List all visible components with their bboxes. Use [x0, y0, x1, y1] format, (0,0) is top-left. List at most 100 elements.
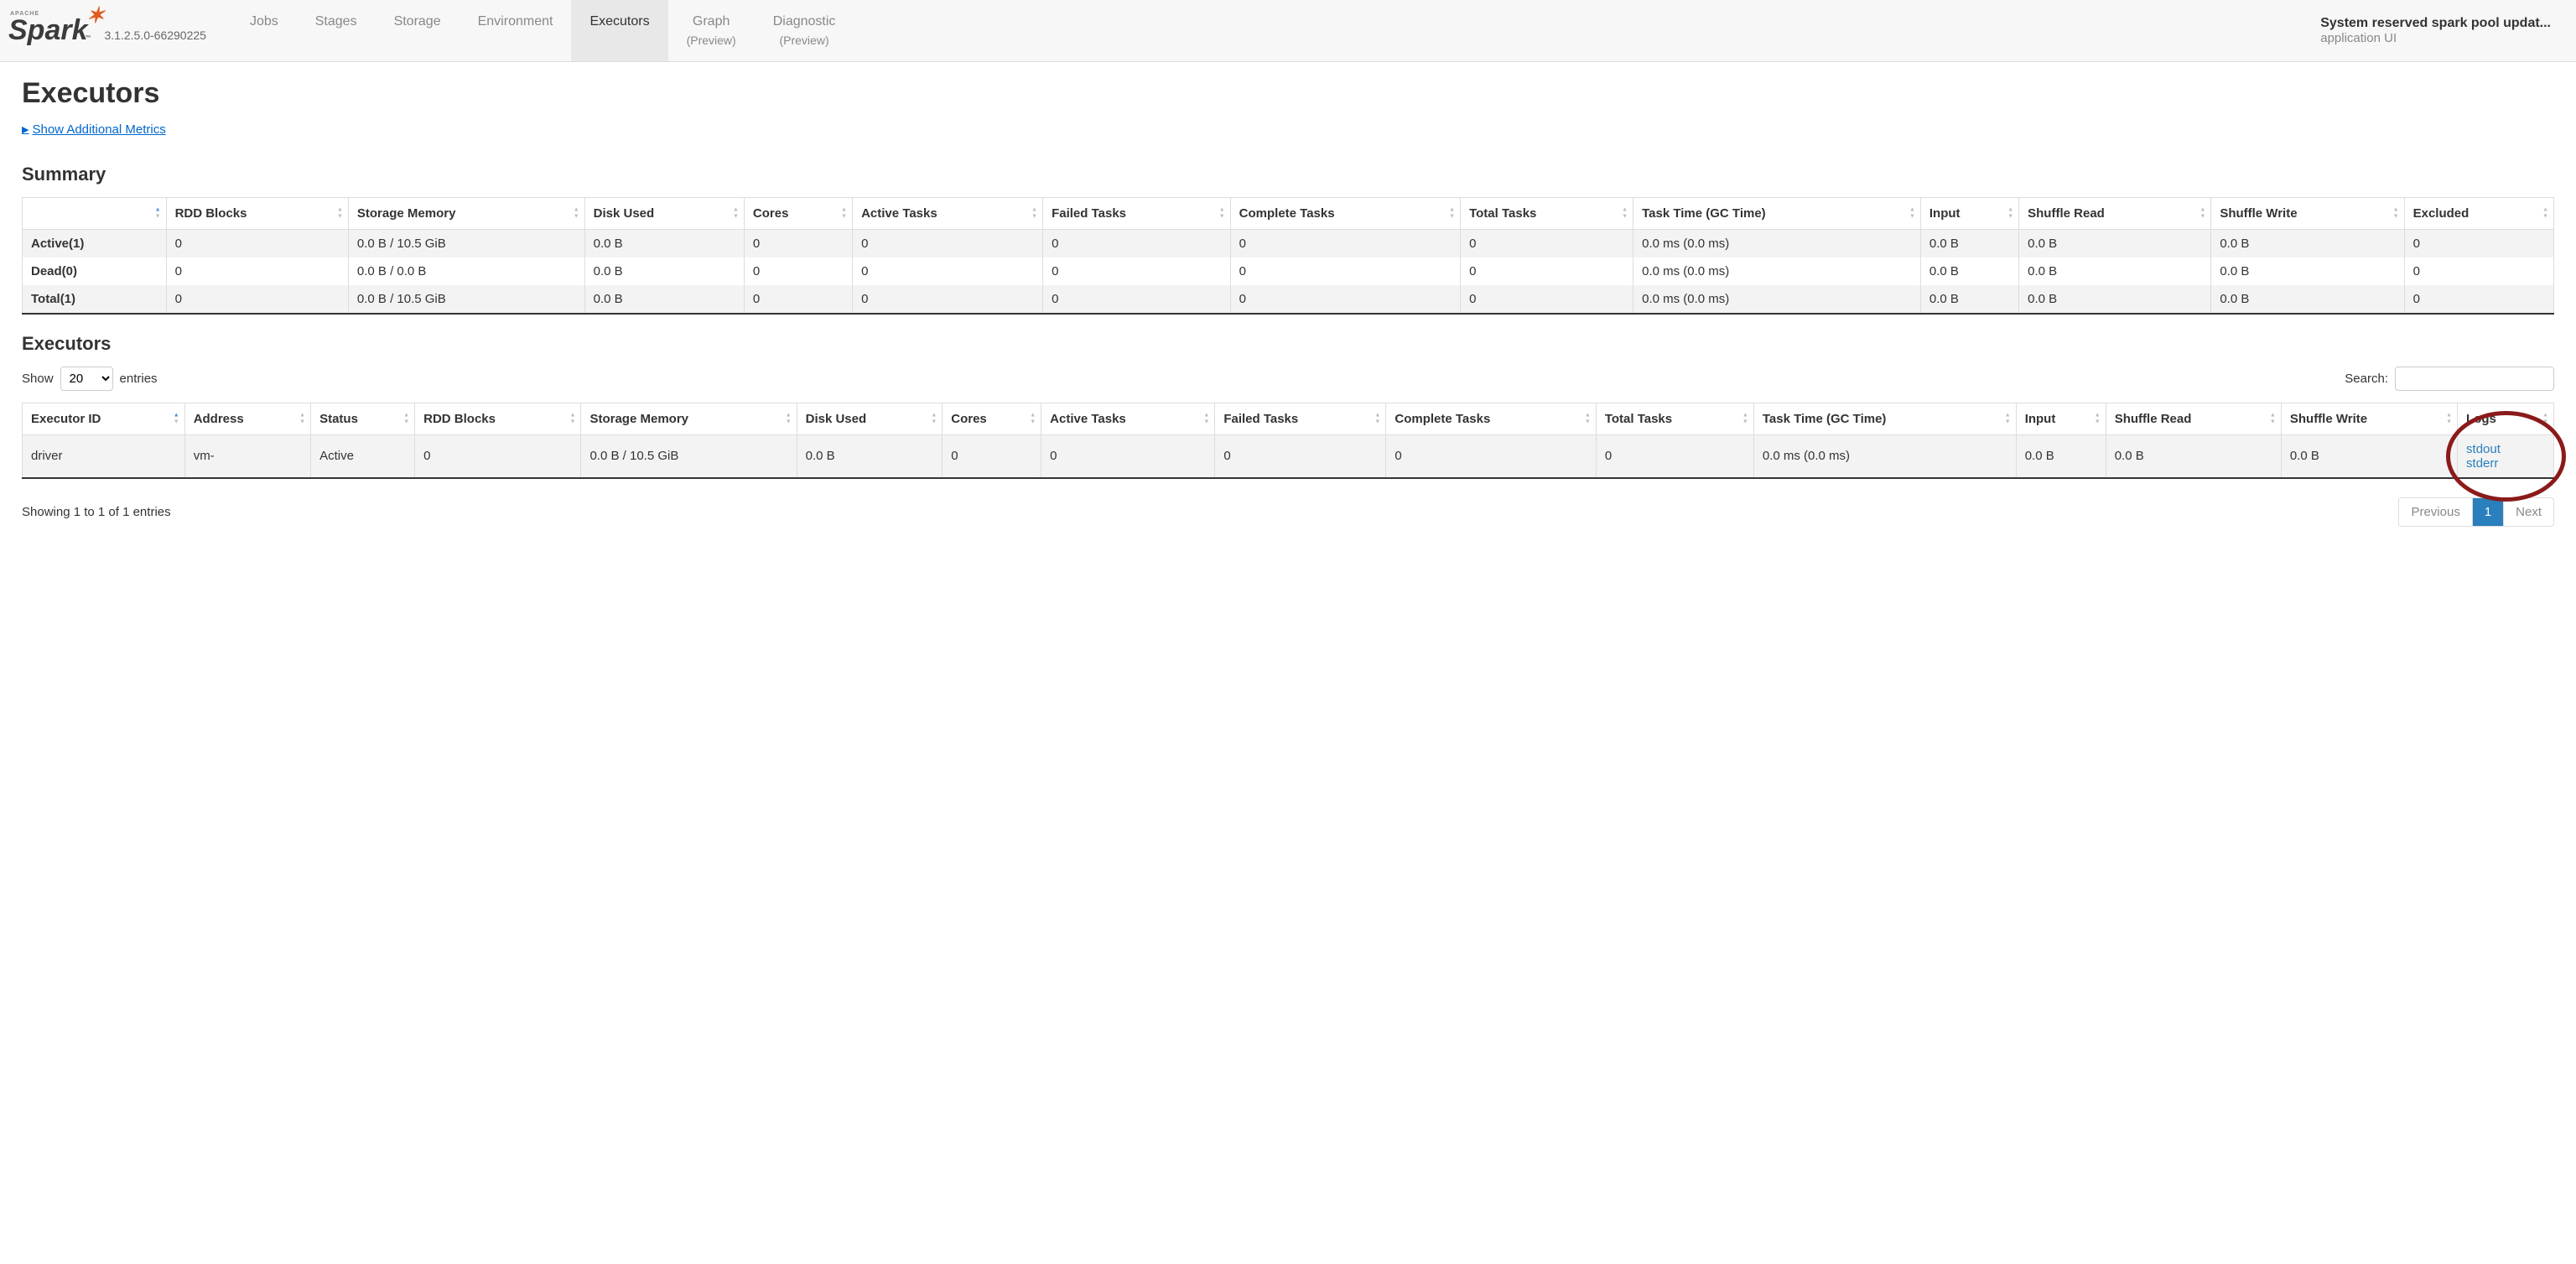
- summary-cell: 0: [1461, 229, 1633, 257]
- search-input[interactable]: [2395, 367, 2554, 391]
- executors-logs-cell: stdoutstderr: [2458, 434, 2554, 478]
- tab-storage[interactable]: Storage: [376, 0, 460, 61]
- executors-cell: 0.0 ms (0.0 ms): [1753, 434, 2016, 478]
- executors-cell: 0: [415, 434, 581, 478]
- tab-graph[interactable]: Graph (Preview): [668, 0, 755, 61]
- executors-col-0[interactable]: Executor ID▲▼: [23, 403, 185, 434]
- entries-label: entries: [120, 372, 158, 386]
- summary-cell: 0.0 B / 10.5 GiB: [348, 285, 584, 314]
- summary-col-8[interactable]: Total Tasks▲▼: [1461, 197, 1633, 229]
- nav-tabs: Jobs Stages Storage Environment Executor…: [231, 0, 2312, 61]
- summary-cell: 0.0 B: [2211, 229, 2404, 257]
- summary-cell: 0: [2404, 285, 2553, 314]
- summary-col-11[interactable]: Shuffle Read▲▼: [2019, 197, 2211, 229]
- summary-col-7[interactable]: Complete Tasks▲▼: [1230, 197, 1460, 229]
- executors-col-2[interactable]: Status▲▼: [311, 403, 415, 434]
- executors-col-4[interactable]: Storage Memory▲▼: [581, 403, 797, 434]
- summary-row: Total(1)00.0 B / 10.5 GiB0.0 B000000.0 m…: [23, 285, 2554, 314]
- summary-col-3[interactable]: Disk Used▲▼: [584, 197, 744, 229]
- show-label: Show: [22, 372, 54, 386]
- star-icon: ✶: [86, 3, 105, 29]
- summary-cell: 0: [166, 257, 348, 285]
- summary-cell: 0: [1043, 229, 1231, 257]
- executors-col-1[interactable]: Address▲▼: [184, 403, 310, 434]
- executors-col-12[interactable]: Input▲▼: [2016, 403, 2106, 434]
- summary-row-label: Total(1): [23, 285, 167, 314]
- logo-wrap[interactable]: APACHE Spark™ ✶ 3.1.2.5.0-66290225: [8, 14, 206, 47]
- executors-col-3[interactable]: RDD Blocks▲▼: [415, 403, 581, 434]
- tab-executors[interactable]: Executors: [571, 0, 667, 61]
- summary-col-13[interactable]: Excluded▲▼: [2404, 197, 2553, 229]
- summary-row: Active(1)00.0 B / 10.5 GiB0.0 B000000.0 …: [23, 229, 2554, 257]
- app-name-block: System reserved spark pool updat... appl…: [2312, 9, 2576, 52]
- summary-cell: 0: [2404, 229, 2553, 257]
- tab-environment[interactable]: Environment: [460, 0, 572, 61]
- summary-col-4[interactable]: Cores▲▼: [744, 197, 852, 229]
- summary-table: ▲▼RDD Blocks▲▼Storage Memory▲▼Disk Used▲…: [22, 197, 2554, 315]
- executors-cell: 0: [1215, 434, 1386, 478]
- summary-cell: 0: [1461, 285, 1633, 314]
- executors-col-10[interactable]: Total Tasks▲▼: [1596, 403, 1753, 434]
- summary-cell: 0.0 B: [1920, 257, 2018, 285]
- summary-cell: 0: [853, 229, 1043, 257]
- summary-col-12[interactable]: Shuffle Write▲▼: [2211, 197, 2404, 229]
- summary-col-9[interactable]: Task Time (GC Time)▲▼: [1633, 197, 1921, 229]
- executors-col-6[interactable]: Cores▲▼: [943, 403, 1041, 434]
- apache-text: APACHE: [10, 11, 39, 17]
- executors-cell: vm-: [184, 434, 310, 478]
- page-title: Executors: [22, 77, 2554, 110]
- summary-cell: 0.0 B: [2019, 229, 2211, 257]
- executors-cell: 0.0 B: [2281, 434, 2457, 478]
- summary-cell: 0: [1043, 285, 1231, 314]
- pager-page-1[interactable]: 1: [2472, 498, 2503, 526]
- summary-col-0[interactable]: ▲▼: [23, 197, 167, 229]
- executors-table: Executor ID▲▼Address▲▼Status▲▼RDD Blocks…: [22, 403, 2554, 479]
- stderr-link[interactable]: stderr: [2466, 456, 2498, 471]
- summary-col-2[interactable]: Storage Memory▲▼: [348, 197, 584, 229]
- executors-col-8[interactable]: Failed Tasks▲▼: [1215, 403, 1386, 434]
- executors-col-7[interactable]: Active Tasks▲▼: [1041, 403, 1215, 434]
- summary-col-10[interactable]: Input▲▼: [1920, 197, 2018, 229]
- stdout-link[interactable]: stdout: [2466, 442, 2501, 456]
- executors-col-11[interactable]: Task Time (GC Time)▲▼: [1753, 403, 2016, 434]
- summary-col-1[interactable]: RDD Blocks▲▼: [166, 197, 348, 229]
- executors-cell: 0: [1386, 434, 1596, 478]
- summary-cell: 0: [744, 229, 852, 257]
- summary-cell: 0.0 ms (0.0 ms): [1633, 285, 1921, 314]
- executors-col-5[interactable]: Disk Used▲▼: [797, 403, 943, 434]
- executors-col-15[interactable]: Logs▲▼: [2458, 403, 2554, 434]
- tab-jobs[interactable]: Jobs: [231, 0, 297, 61]
- executors-cell: 0: [1596, 434, 1753, 478]
- summary-cell: 0: [853, 285, 1043, 314]
- app-name: System reserved spark pool updat...: [2320, 16, 2551, 31]
- executors-heading: Executors: [22, 333, 2554, 355]
- summary-cell: 0: [1230, 257, 1460, 285]
- executors-cell: 0.0 B: [2106, 434, 2281, 478]
- pager-previous[interactable]: Previous: [2399, 498, 2471, 526]
- executors-col-14[interactable]: Shuffle Write▲▼: [2281, 403, 2457, 434]
- summary-cell: 0: [2404, 257, 2553, 285]
- summary-col-5[interactable]: Active Tasks▲▼: [853, 197, 1043, 229]
- summary-cell: 0.0 B: [584, 257, 744, 285]
- tm-text: ™: [86, 35, 91, 41]
- summary-cell: 0: [1230, 285, 1460, 314]
- table-info: Showing 1 to 1 of 1 entries: [22, 505, 171, 519]
- page-size-select[interactable]: 20: [60, 367, 113, 391]
- executors-controls: Show 20 entries Search:: [22, 367, 2554, 391]
- tab-diagnostic[interactable]: Diagnostic (Preview): [755, 0, 854, 61]
- executors-col-13[interactable]: Shuffle Read▲▼: [2106, 403, 2281, 434]
- executors-cell: 0.0 B / 10.5 GiB: [581, 434, 797, 478]
- summary-cell: 0: [744, 257, 852, 285]
- executors-col-9[interactable]: Complete Tasks▲▼: [1386, 403, 1596, 434]
- summary-cell: 0.0 B: [2211, 257, 2404, 285]
- pager-next[interactable]: Next: [2503, 498, 2553, 526]
- content: Executors ▶ Show Additional Metrics Summ…: [0, 62, 2576, 560]
- summary-cell: 0.0 B: [2019, 257, 2211, 285]
- show-additional-metrics-toggle[interactable]: ▶ Show Additional Metrics: [22, 122, 166, 137]
- metrics-toggle-label: Show Additional Metrics: [32, 122, 165, 137]
- summary-cell: 0.0 B: [2211, 285, 2404, 314]
- summary-cell: 0.0 ms (0.0 ms): [1633, 229, 1921, 257]
- tab-stages[interactable]: Stages: [297, 0, 376, 61]
- spark-logo: APACHE Spark™ ✶: [8, 14, 96, 47]
- summary-col-6[interactable]: Failed Tasks▲▼: [1043, 197, 1231, 229]
